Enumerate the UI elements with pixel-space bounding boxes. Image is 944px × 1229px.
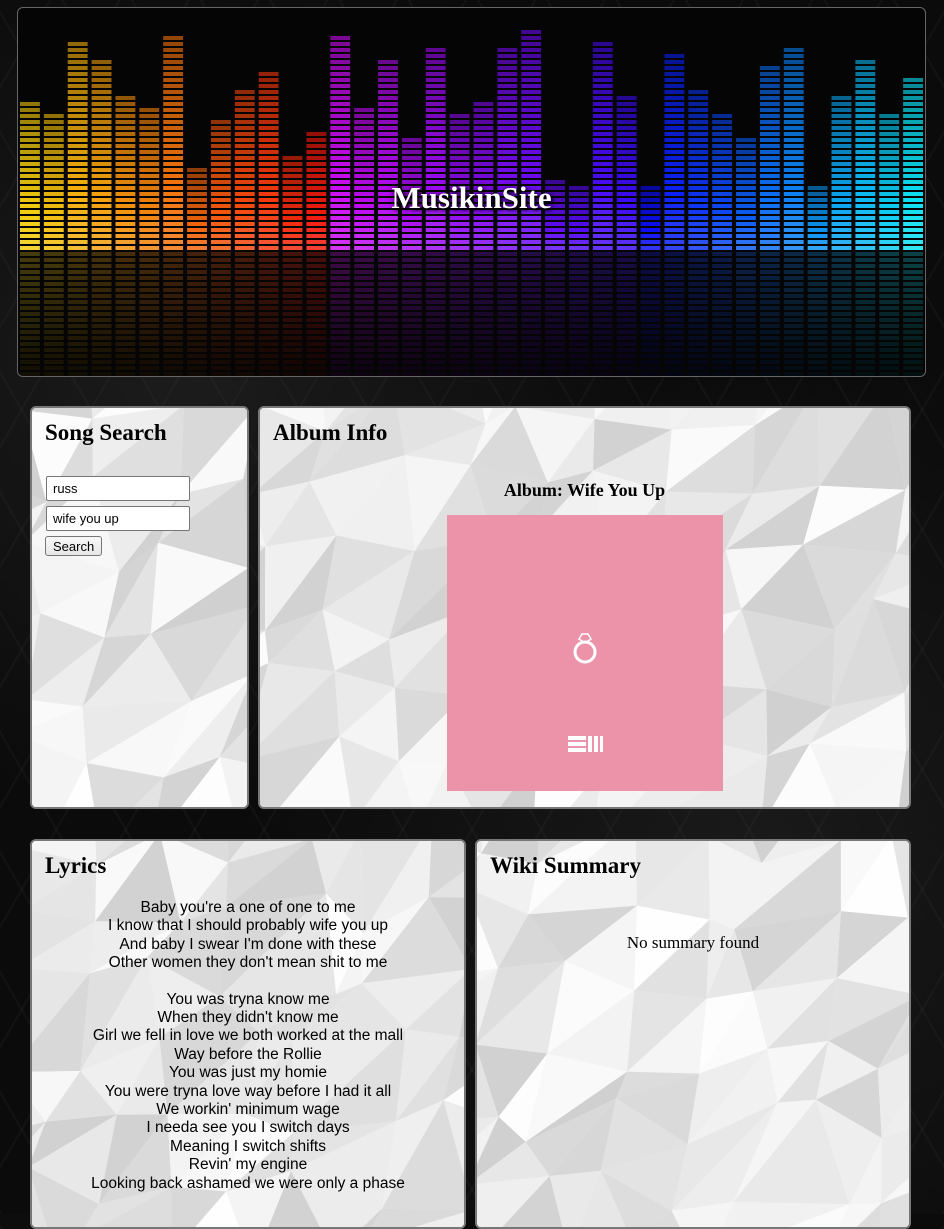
lyrics-line: Revin' my engine <box>32 1156 464 1174</box>
lyrics-line: Baby you're a one of one to me <box>32 899 464 917</box>
site-title: MusikinSite <box>18 180 925 216</box>
song-input[interactable] <box>46 506 190 531</box>
wiki-summary-heading: Wiki Summary <box>490 853 641 879</box>
lyrics-stanza: You was tryna know meWhen they didn't kn… <box>32 991 464 1193</box>
album-info-heading: Album Info <box>273 420 387 446</box>
artist-input[interactable] <box>46 476 190 501</box>
panel-background <box>32 408 247 807</box>
search-button[interactable]: Search <box>45 536 102 556</box>
lyrics-line: You were tryna love way before I had it … <box>32 1083 464 1101</box>
lyrics-line: When they didn't know me <box>32 1009 464 1027</box>
header-banner: MusikinSite <box>17 7 926 377</box>
lyrics-panel: Lyrics Baby you're a one of one to meI k… <box>30 839 466 1229</box>
lyrics-text: Baby you're a one of one to meI know tha… <box>32 899 464 1211</box>
panel-background <box>477 841 909 1227</box>
song-search-heading: Song Search <box>45 420 167 446</box>
lyrics-line: And baby I swear I'm done with these <box>32 936 464 954</box>
lyrics-line: We workin' minimum wage <box>32 1101 464 1119</box>
lyrics-line: You was tryna know me <box>32 991 464 1009</box>
lyrics-line: I know that I should probably wife you u… <box>32 917 464 935</box>
label-logo-icon <box>568 736 603 752</box>
lyrics-line: I needa see you I switch days <box>32 1119 464 1137</box>
song-search-panel: Song Search Search <box>30 406 249 809</box>
album-title: Album: Wife You Up <box>260 480 909 501</box>
album-cover <box>447 515 723 791</box>
ring-icon <box>575 634 595 662</box>
lyrics-stanza: Baby you're a one of one to meI know tha… <box>32 899 464 973</box>
lyrics-line: Looking back ashamed we were only a phas… <box>32 1175 464 1193</box>
lyrics-line: Way before the Rollie <box>32 1046 464 1064</box>
lyrics-heading: Lyrics <box>45 853 106 879</box>
album-info-panel: Album Info Album: Wife You Up <box>258 406 911 809</box>
lyrics-line: Meaning I switch shifts <box>32 1138 464 1156</box>
lyrics-line: You was just my homie <box>32 1064 464 1082</box>
lyrics-line: Other women they don't mean shit to me <box>32 954 464 972</box>
wiki-summary-panel: Wiki Summary No summary found <box>475 839 911 1229</box>
lyrics-line: Girl we fell in love we both worked at t… <box>32 1027 464 1045</box>
wiki-summary-text: No summary found <box>477 933 909 953</box>
